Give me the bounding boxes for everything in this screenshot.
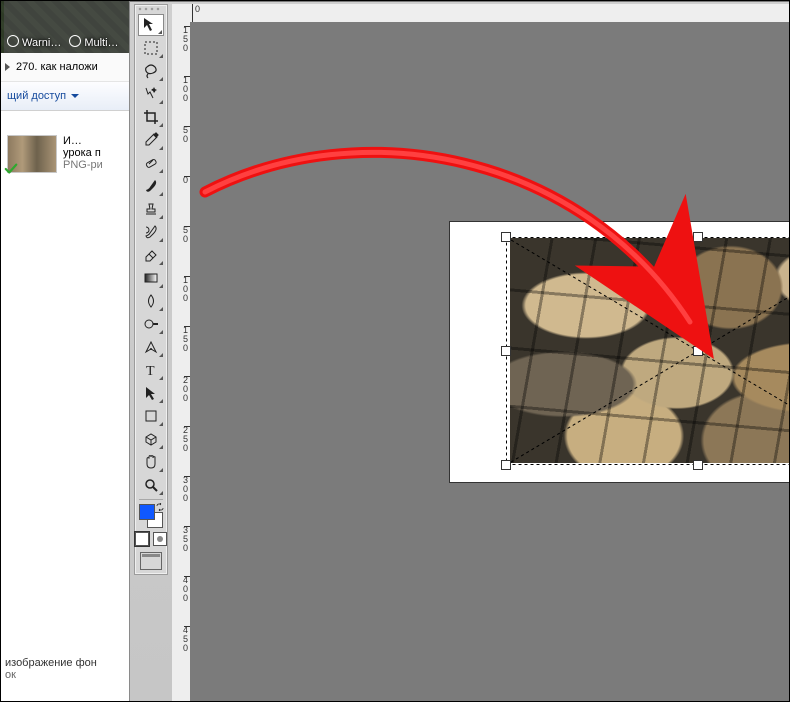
color-swatches[interactable] <box>139 504 163 528</box>
crop-tool[interactable] <box>138 106 164 128</box>
gradient-tool[interactable] <box>138 267 164 289</box>
ruler-label: 300 <box>172 476 190 503</box>
ruler-area: 0 150 100 50 0 50 100 150 200 250 300 350 400 450 <box>172 4 789 701</box>
preview-caption: Warni… <box>7 34 61 49</box>
lasso-tool[interactable] <box>138 60 164 82</box>
swap-colors-icon[interactable] <box>156 503 164 511</box>
transform-center-point[interactable] <box>693 346 703 356</box>
image-editor: T <box>130 1 789 701</box>
zoom-tool[interactable] <box>138 474 164 496</box>
foreground-color-swatch[interactable] <box>139 504 155 520</box>
3d-tool[interactable] <box>138 428 164 450</box>
horizontal-ruler[interactable]: 0 <box>190 4 789 23</box>
svg-text:T: T <box>146 364 155 378</box>
file-thumbnail <box>7 135 57 173</box>
quick-select-tool[interactable] <box>138 83 164 105</box>
pen-tool[interactable] <box>138 336 164 358</box>
move-tool[interactable] <box>138 14 164 36</box>
ruler-label: 400 <box>172 576 190 603</box>
ruler-label: 100 <box>172 76 190 103</box>
ruler-label: 350 <box>172 526 190 553</box>
quickmask-mode-icon[interactable] <box>153 532 167 546</box>
chevron-right-icon <box>5 63 10 71</box>
standard-mode-icon[interactable] <box>135 532 149 546</box>
blur-tool[interactable] <box>138 290 164 312</box>
marquee-tool[interactable] <box>138 37 164 59</box>
panel-grip[interactable] <box>135 5 167 13</box>
ruler-label: 0 <box>195 4 200 14</box>
file-type-line: PNG-ри <box>63 159 103 171</box>
screen-mode-toggle[interactable] <box>140 552 162 570</box>
transform-handle-w[interactable] <box>501 346 511 356</box>
shape-tool[interactable] <box>138 405 164 427</box>
chevron-down-icon <box>71 94 79 98</box>
ruler-label: 150 <box>172 26 190 53</box>
ruler-label: 250 <box>172 426 190 453</box>
ruler-label: 150 <box>172 326 190 353</box>
transform-handle-nw[interactable] <box>501 232 511 242</box>
checkmark-icon <box>4 162 18 176</box>
breadcrumb[interactable]: 270. как наложи <box>1 53 129 82</box>
ruler-origin[interactable] <box>172 4 191 23</box>
brush-tool[interactable] <box>138 175 164 197</box>
eyedropper-tool[interactable] <box>138 129 164 151</box>
share-label: щий доступ <box>7 90 66 102</box>
transform-handle-n[interactable] <box>693 232 703 242</box>
history-brush-tool[interactable] <box>138 221 164 243</box>
ruler-label: 50 <box>172 226 190 244</box>
file-name-line: И… <box>63 135 103 147</box>
type-tool[interactable]: T <box>138 359 164 381</box>
healing-brush-tool[interactable] <box>138 152 164 174</box>
preview-caption: Multi… <box>69 34 118 49</box>
canvas-background[interactable] <box>190 22 789 701</box>
vertical-ruler[interactable]: 150 100 50 0 50 100 150 200 250 300 350 400 450 <box>172 22 191 701</box>
transform-handle-sw[interactable] <box>501 460 511 470</box>
free-transform-box[interactable] <box>506 237 789 465</box>
ruler-label: 50 <box>172 126 190 144</box>
toolbox: T <box>134 4 168 575</box>
file-name-line: урока п <box>63 147 103 159</box>
ruler-label: 100 <box>172 276 190 303</box>
share-dropdown[interactable]: щий доступ <box>1 82 129 111</box>
file-explorer-panel: Warni… Multi… 270. как наложи щий доступ… <box>1 1 130 701</box>
path-select-tool[interactable] <box>138 382 164 404</box>
ruler-label: 200 <box>172 376 190 403</box>
breadcrumb-label: 270. как наложи <box>16 61 98 73</box>
ruler-label: 0 <box>172 176 190 185</box>
stamp-tool[interactable] <box>138 198 164 220</box>
hand-tool[interactable] <box>138 451 164 473</box>
eraser-tool[interactable] <box>138 244 164 266</box>
statusbar-text: изображение фон ок <box>5 657 97 681</box>
dodge-tool[interactable] <box>138 313 164 335</box>
transform-handle-s[interactable] <box>693 460 703 470</box>
ruler-label: 450 <box>172 626 190 653</box>
file-list-item[interactable]: И… урока п PNG-ри <box>1 135 129 173</box>
explorer-folder-preview: Warni… Multi… <box>1 1 129 53</box>
